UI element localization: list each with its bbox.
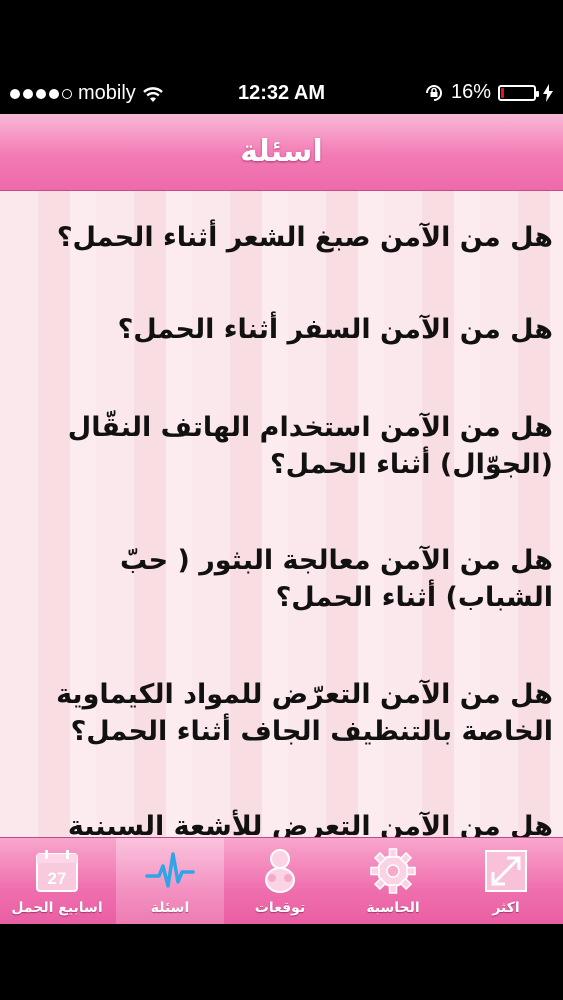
expand-arrows-icon	[485, 850, 527, 892]
tab-label: اسئلة	[150, 900, 190, 916]
tab-label: اكثر	[492, 900, 520, 916]
page-title: اسئلة	[240, 134, 323, 169]
battery-percentage: 16%	[450, 81, 491, 103]
tab-bar: 27 اسابيع الحمل اسئلة توقعات الحاسبة اكث…	[0, 837, 563, 924]
question-item[interactable]: هل من الآمن السفر أثناء الحمل؟	[13, 311, 553, 348]
navigation-bar: اسئلة	[0, 114, 563, 191]
tab-questions[interactable]: اسئلة	[116, 838, 224, 924]
calendar-day-number: 27	[48, 869, 67, 888]
battery-icon	[498, 84, 539, 101]
calendar-icon: 27	[36, 850, 78, 892]
tab-pregnancy-weeks[interactable]: 27 اسابيع الحمل	[3, 838, 111, 924]
gear-icon	[370, 848, 416, 894]
tab-more[interactable]: اكثر	[452, 838, 560, 924]
baby-icon	[265, 849, 295, 893]
question-item[interactable]: هل من الآمن التعرض للأشعة السينية أثناء	[13, 808, 553, 837]
tab-expectations[interactable]: توقعات	[226, 838, 334, 924]
tab-label: توقعات	[254, 900, 306, 916]
question-item[interactable]: هل من الآمن صبغ الشعر أثناء الحمل؟	[13, 219, 553, 256]
heartbeat-icon	[145, 852, 195, 888]
question-item[interactable]: هل من الآمن التعرّض للمواد الكيماوية الخ…	[13, 676, 553, 750]
question-item[interactable]: هل من الآمن معالجة البثور ( حبّ الشباب) …	[13, 542, 553, 616]
tab-calculator[interactable]: الحاسبة	[339, 838, 447, 924]
orientation-lock-icon	[425, 84, 442, 101]
tab-label: اسابيع الحمل	[11, 900, 103, 916]
tab-label: الحاسبة	[366, 900, 420, 916]
questions-list[interactable]: هل من الآمن صبغ الشعر أثناء الحمل؟ هل من…	[0, 191, 563, 837]
question-item[interactable]: هل من الآمن استخدام الهاتف النقّال (الجو…	[13, 409, 553, 483]
status-bar: mobily 12:32 AM 16%	[0, 72, 563, 114]
status-right: 16%	[424, 81, 553, 104]
charging-bolt-icon	[543, 83, 553, 102]
